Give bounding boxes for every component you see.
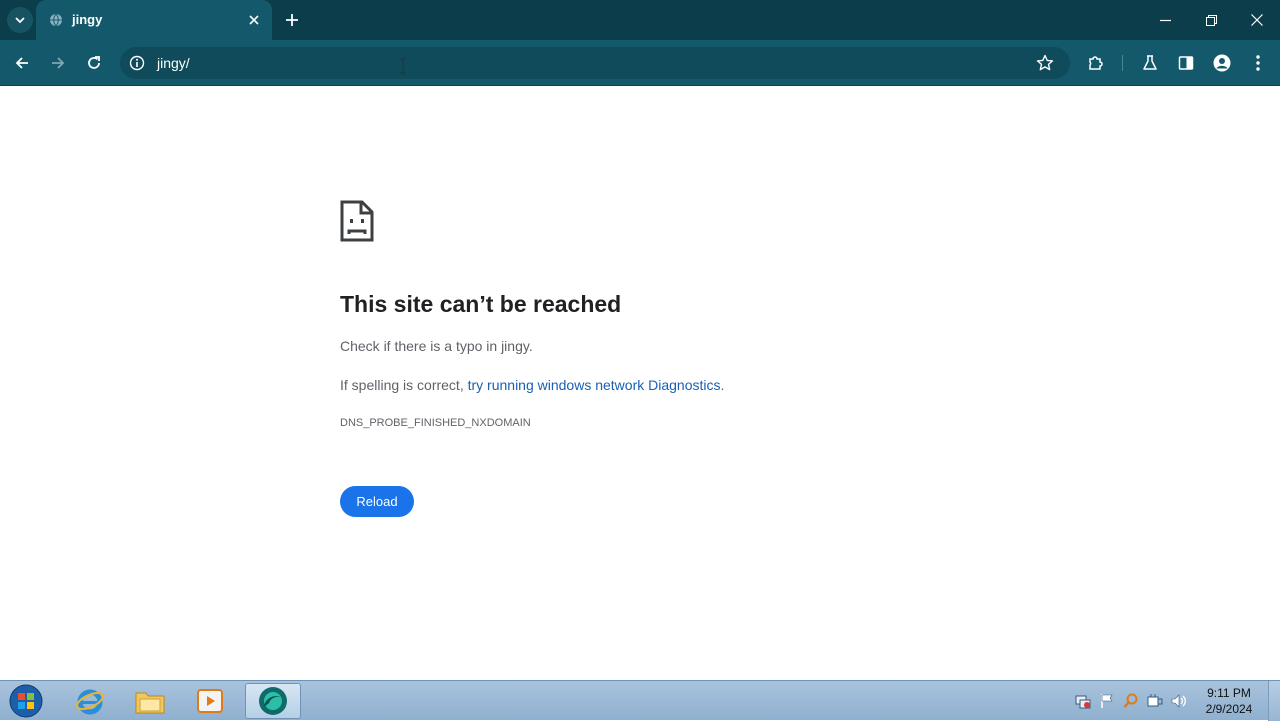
plus-icon — [286, 14, 298, 26]
browser-toolbar: jingy/ — [0, 40, 1280, 86]
windows-taskbar: 9:11 PM 2/9/2024 — [0, 680, 1280, 721]
reload-page-button[interactable]: Reload — [340, 486, 414, 517]
title-bar: jingy — [0, 0, 1280, 40]
internet-explorer-icon — [76, 689, 104, 715]
clock-date: 2/9/2024 — [1205, 702, 1253, 716]
side-panel-button[interactable] — [1173, 50, 1199, 76]
close-icon — [249, 15, 259, 25]
labs-button[interactable] — [1137, 50, 1163, 76]
clock-time: 9:11 PM — [1207, 686, 1251, 700]
system-clock[interactable]: 9:11 PM 2/9/2024 — [1196, 685, 1262, 717]
tab-close-button[interactable] — [246, 12, 262, 28]
side-panel-icon — [1178, 56, 1194, 70]
puzzle-icon — [1089, 56, 1103, 70]
toolbar-separator — [1122, 55, 1123, 71]
kebab-menu-icon — [1256, 55, 1260, 71]
minimize-icon — [1159, 19, 1171, 21]
close-window-button[interactable] — [1234, 0, 1280, 40]
chrome-taskbar-button[interactable] — [245, 683, 301, 719]
address-bar[interactable]: jingy/ — [120, 47, 1070, 79]
globe-icon — [50, 13, 62, 27]
diagnostics-suffix: . — [720, 377, 725, 393]
search-tray-icon[interactable] — [1123, 693, 1139, 709]
restore-button[interactable] — [1188, 0, 1234, 40]
run-diagnostics-link[interactable]: try running windows network Diagnostics — [468, 377, 721, 393]
chrome-app-icon — [259, 687, 287, 715]
volume-icon[interactable] — [1171, 693, 1187, 709]
star-icon[interactable] — [1036, 54, 1054, 72]
diagnostics-prefix: If spelling is correct, — [340, 377, 468, 393]
windows-logo-icon — [9, 684, 43, 718]
back-button[interactable] — [9, 50, 35, 76]
tab-search-button[interactable] — [7, 7, 33, 33]
reload-icon — [88, 56, 100, 69]
file-explorer-icon — [135, 692, 165, 714]
info-icon[interactable] — [129, 55, 145, 71]
show-desktop-button[interactable] — [1268, 681, 1280, 721]
error-heading: This site can’t be reached — [340, 291, 622, 317]
person-icon — [1213, 54, 1231, 72]
profile-button[interactable] — [1209, 50, 1235, 76]
start-button[interactable] — [6, 682, 46, 720]
chevron-down-icon — [15, 17, 25, 24]
error-code: DNS_PROBE_FINISHED_NXDOMAIN — [340, 417, 531, 429]
tab-title: jingy — [72, 12, 103, 27]
error-suggestion-typo: Check if there is a typo in jingy. — [340, 338, 533, 354]
error-suggestion-diagnostics: If spelling is correct, try running wind… — [340, 377, 724, 393]
url-text[interactable]: jingy/ — [157, 55, 190, 71]
action-center-flag-icon[interactable] — [1099, 693, 1115, 709]
restore-icon — [1205, 14, 1217, 26]
sad-document-icon — [340, 200, 374, 242]
extensions-button[interactable] — [1083, 50, 1109, 76]
close-icon — [1251, 14, 1263, 26]
forward-button[interactable] — [45, 50, 71, 76]
tab-active[interactable]: jingy — [36, 0, 272, 40]
file-explorer-button[interactable] — [122, 683, 178, 719]
network-icon[interactable] — [1075, 693, 1091, 709]
arrow-left-icon — [15, 57, 28, 69]
media-player-icon — [197, 689, 223, 713]
internet-explorer-button[interactable] — [62, 683, 118, 719]
new-tab-button[interactable] — [282, 10, 302, 30]
error-page: This site can’t be reached Check if ther… — [0, 87, 1280, 680]
reload-button[interactable] — [81, 50, 107, 76]
chrome-menu-button[interactable] — [1245, 50, 1271, 76]
arrow-right-icon — [52, 57, 65, 69]
minimize-button[interactable] — [1142, 0, 1188, 40]
power-icon[interactable] — [1147, 693, 1163, 709]
media-player-button[interactable] — [182, 683, 238, 719]
text-cursor-icon — [400, 58, 406, 74]
flask-icon — [1143, 55, 1157, 70]
